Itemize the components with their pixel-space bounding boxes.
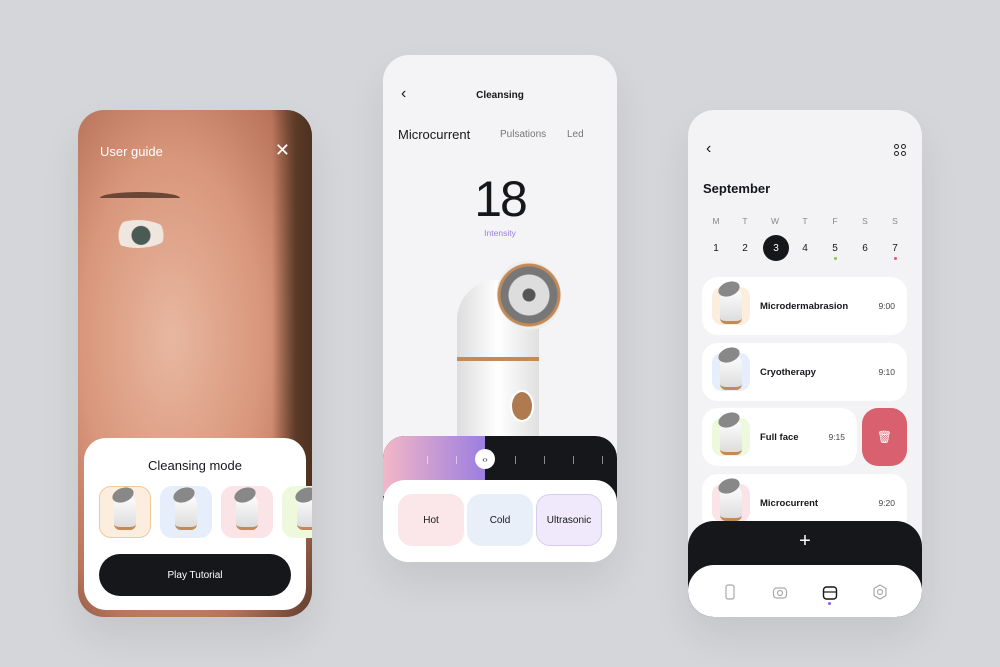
intensity-value: 18 (474, 171, 528, 227)
day[interactable]: 5 (822, 243, 848, 254)
mode-thumb-3[interactable] (221, 486, 273, 538)
screen-title: Cleansing (476, 90, 524, 101)
list-item[interactable]: Cryotherapy 9:10 (702, 343, 907, 401)
day[interactable]: 6 (852, 243, 878, 254)
tab-pulsations[interactable]: Pulsations (500, 129, 546, 140)
mode-options: Hot Cold Ultrasonic (383, 480, 617, 562)
tab-microcurrent[interactable]: Microcurrent (398, 127, 470, 142)
settings-icon[interactable] (872, 584, 888, 600)
slider-handle[interactable]: ‹› (475, 449, 495, 469)
mode-thumb-4[interactable] (282, 486, 312, 538)
back-icon[interactable]: ‹ (706, 140, 711, 158)
card-title: Cleansing mode (148, 458, 242, 473)
trash-icon: 🗑 (876, 430, 893, 444)
eyebrow (100, 192, 180, 204)
option-hot[interactable]: Hot (398, 494, 464, 546)
month-title: September (703, 181, 771, 196)
user-guide-screen: User guide ✕ Cleansing mode Play Tutoria… (78, 110, 312, 617)
tab-led[interactable]: Led (567, 129, 584, 140)
day-selected[interactable]: 3 (763, 243, 789, 254)
weekday: S (862, 216, 868, 226)
day[interactable]: 1 (703, 243, 729, 254)
schedule-screen: ‹ September M T W T F S S 1 2 3 4 5 6 7 … (688, 110, 922, 617)
day[interactable]: 4 (792, 243, 818, 254)
close-icon[interactable]: ✕ (275, 140, 290, 161)
weekday: T (742, 216, 748, 226)
day[interactable]: 2 (732, 243, 758, 254)
list-item[interactable]: Full face 9:15 (702, 408, 857, 466)
guide-title: User guide (100, 144, 163, 159)
option-cold[interactable]: Cold (467, 494, 533, 546)
weekday: T (802, 216, 808, 226)
weekday: W (770, 216, 780, 226)
list-item[interactable]: Microdermabrasion 9:00 (702, 277, 907, 335)
calendar-icon[interactable] (822, 584, 838, 600)
mode-thumb-1[interactable] (99, 486, 151, 538)
eye (108, 220, 168, 248)
cleansing-mode-card: Cleansing mode Play Tutorial (84, 438, 312, 610)
delete-button[interactable]: 🗑 (862, 408, 907, 466)
device-screen: ‹ Cleansing Microcurrent Pulsations Led … (383, 55, 617, 562)
device-image (455, 251, 572, 450)
option-ultrasonic[interactable]: Ultrasonic (536, 494, 602, 546)
intensity-label: Intensity (484, 228, 516, 238)
weekday: M (712, 216, 720, 226)
weekday: S (892, 216, 898, 226)
grid-icon[interactable] (894, 144, 906, 156)
weekday: F (832, 216, 838, 226)
day[interactable]: 7 (882, 243, 908, 254)
device-icon[interactable] (724, 584, 736, 600)
mode-thumb-2[interactable] (160, 486, 212, 538)
active-indicator (828, 602, 831, 605)
camera-icon[interactable] (772, 584, 788, 600)
add-button[interactable]: + (688, 530, 922, 553)
play-tutorial-button[interactable]: Play Tutorial (99, 554, 291, 596)
